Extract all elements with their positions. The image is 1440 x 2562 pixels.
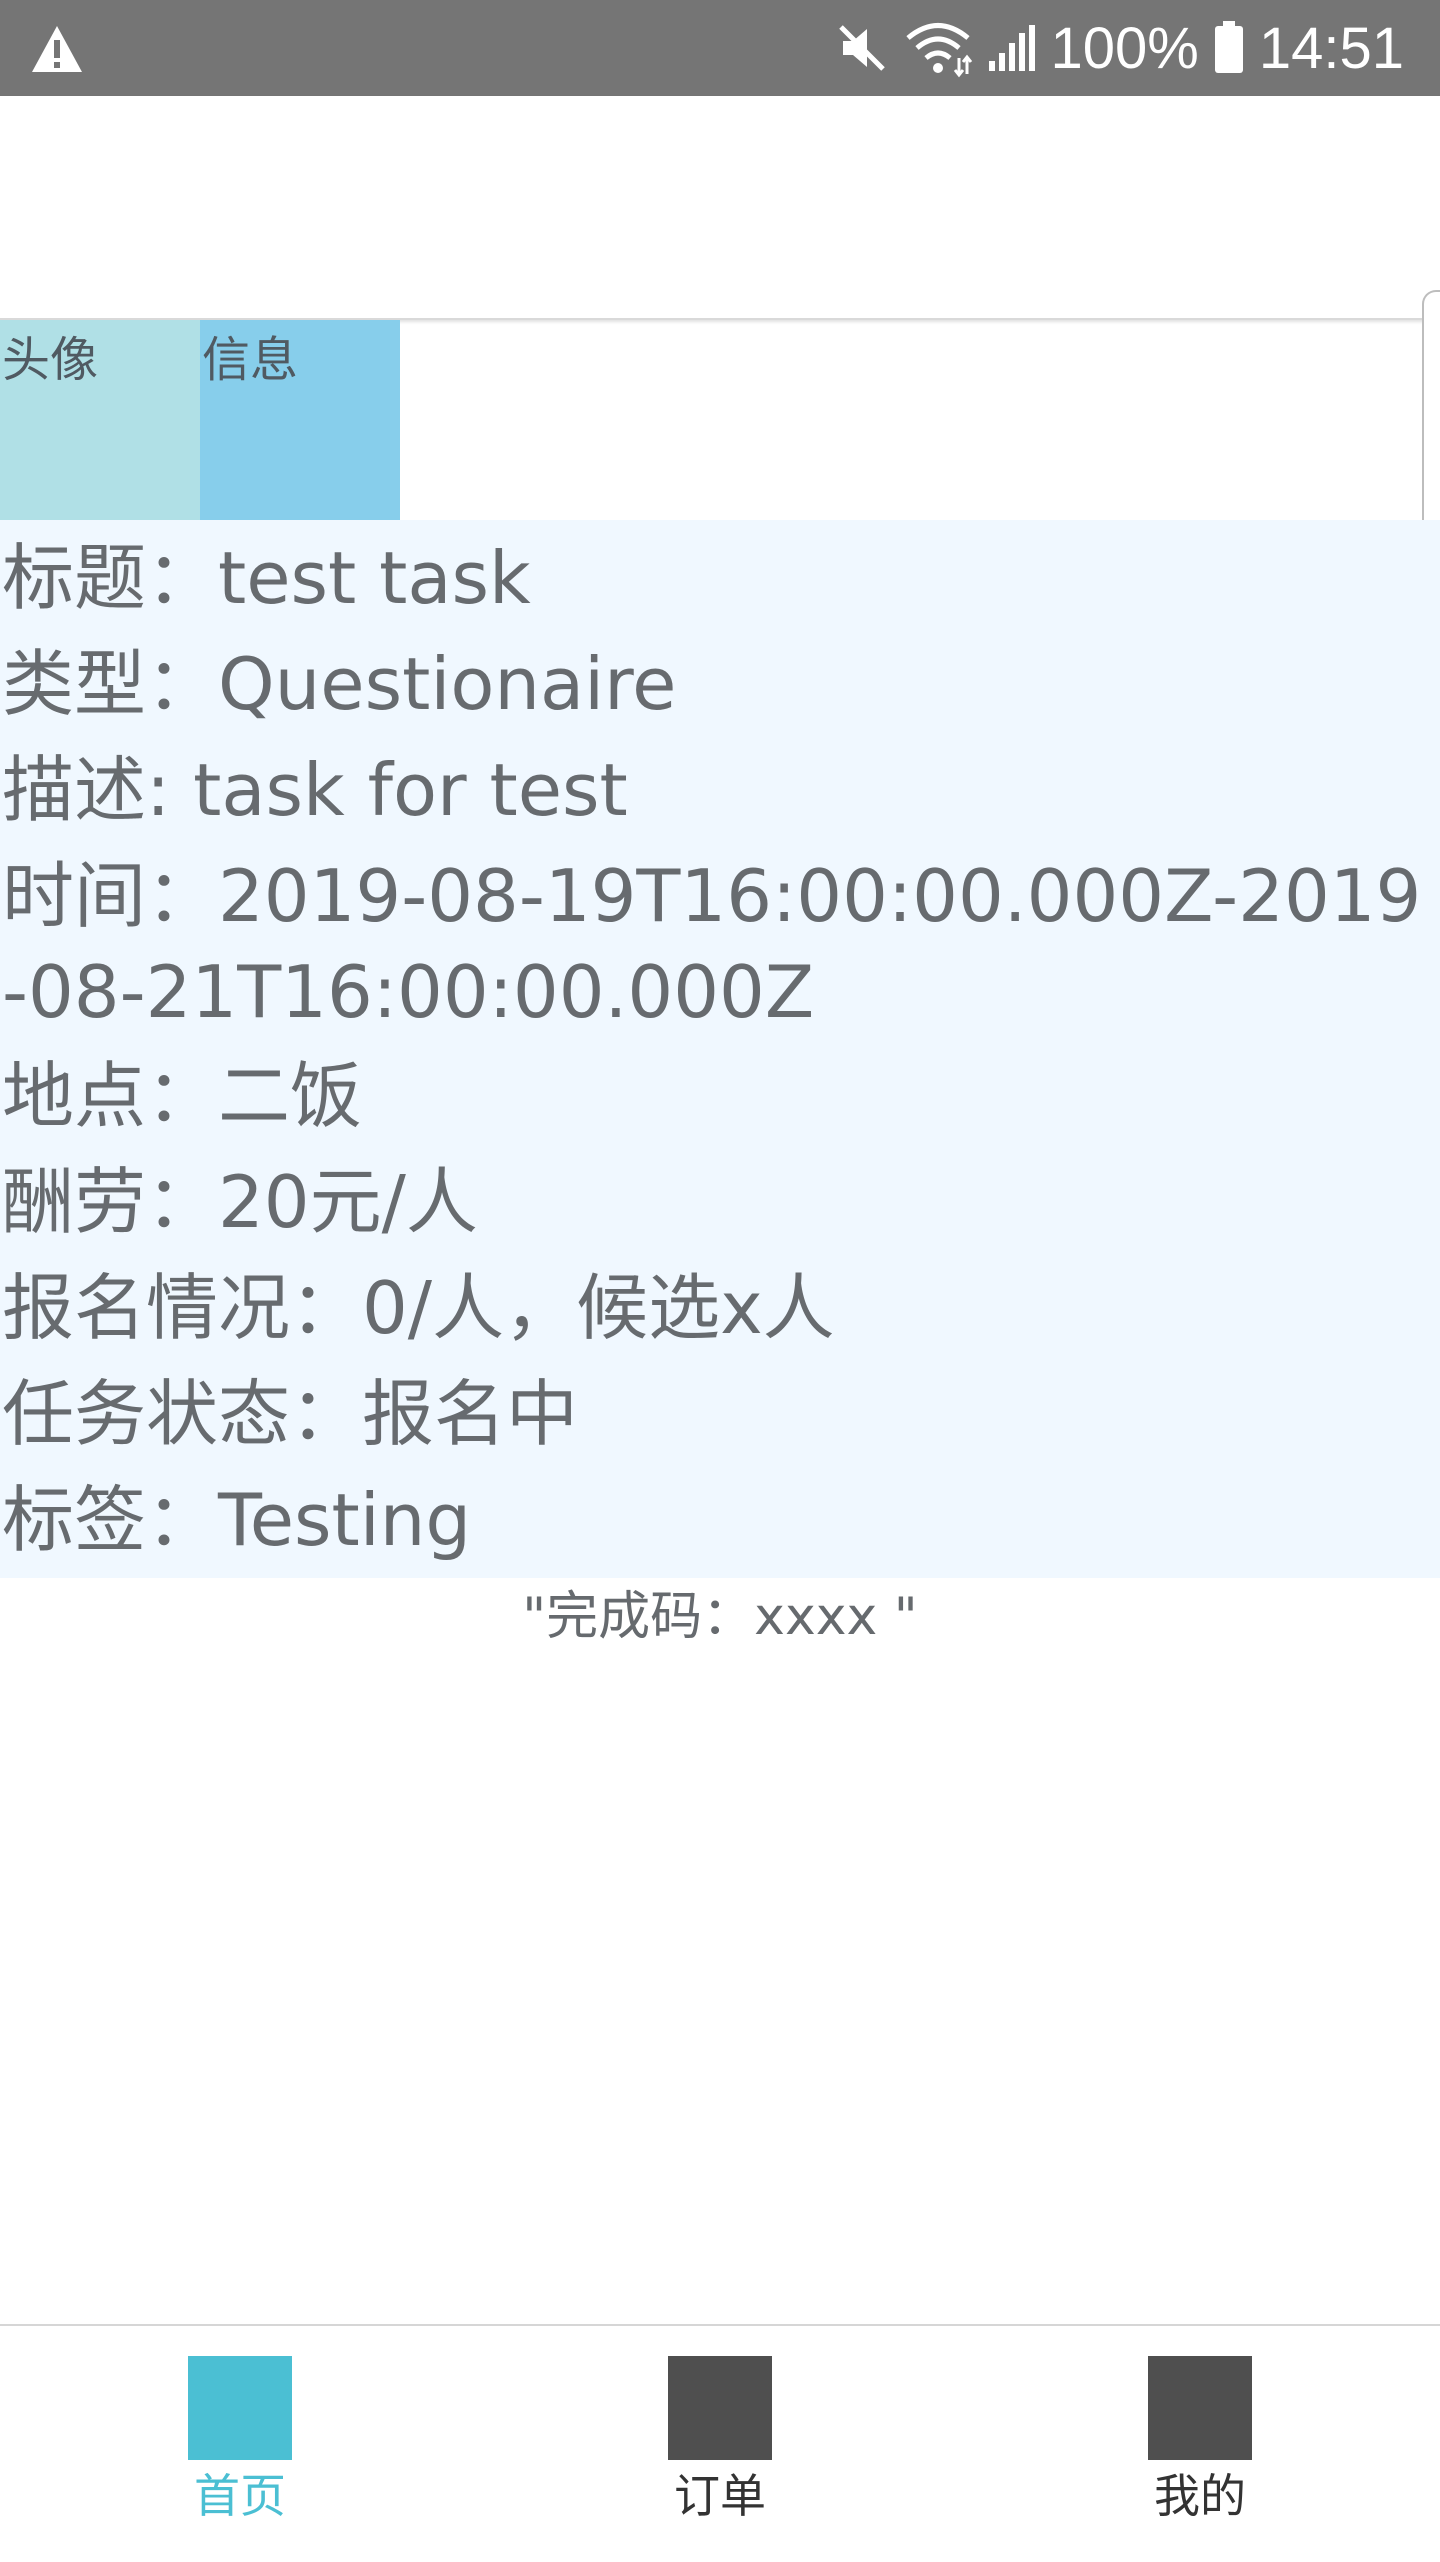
status-bar: 100% 14:51 bbox=[0, 0, 1440, 96]
completion-code: "完成码：xxxx " bbox=[522, 1587, 918, 1647]
home-icon bbox=[188, 2356, 292, 2460]
info-panel[interactable]: 信息 bbox=[200, 320, 400, 520]
tab-mine-label: 我的 bbox=[1154, 2469, 1246, 2523]
task-location: 地点：二饭 bbox=[2, 1054, 363, 1138]
task-details: 标题：test task 类型：Questionaire 描述: task fo… bbox=[0, 520, 1440, 1578]
tab-orders[interactable]: 订单 bbox=[610, 2356, 830, 2546]
profile-row: 头像 信息 bbox=[0, 320, 400, 520]
bottom-tab-bar: 首页 订单 我的 bbox=[0, 2324, 1440, 2562]
signal-icon bbox=[988, 25, 1035, 71]
battery-percent: 100% bbox=[1050, 15, 1199, 81]
task-type: 类型：Questionaire bbox=[2, 642, 677, 726]
warning-icon bbox=[32, 26, 82, 72]
orders-icon bbox=[668, 2356, 772, 2460]
tab-home-label: 首页 bbox=[194, 2469, 286, 2523]
avatar[interactable]: 头像 bbox=[0, 320, 200, 520]
wifi-icon bbox=[905, 23, 972, 78]
mute-icon bbox=[838, 25, 885, 71]
info-label: 信息 bbox=[202, 332, 299, 388]
task-title: 标题：test task bbox=[2, 536, 531, 620]
tab-home[interactable]: 首页 bbox=[130, 2356, 350, 2546]
task-description: 描述: task for test bbox=[2, 748, 628, 832]
battery-icon bbox=[1214, 21, 1243, 73]
clock: 14:51 bbox=[1258, 15, 1404, 81]
app-header bbox=[0, 96, 1440, 320]
tab-orders-label: 订单 bbox=[674, 2469, 766, 2523]
task-signup: 报名情况：0/人，候选x人 bbox=[2, 1266, 835, 1350]
tab-mine[interactable]: 我的 bbox=[1090, 2356, 1310, 2546]
task-reward: 酬劳：20元/人 bbox=[2, 1160, 478, 1244]
task-status: 任务状态：报名中 bbox=[2, 1372, 579, 1456]
profile-icon bbox=[1148, 2356, 1252, 2460]
task-time: 时间：2019-08-19T16:00:00.000Z-2019-08-21T1… bbox=[2, 854, 1422, 1034]
task-tags: 标签：Testing bbox=[2, 1478, 472, 1562]
status-bar-right: 100% 14:51 bbox=[835, 0, 1404, 96]
avatar-label: 头像 bbox=[2, 332, 99, 388]
